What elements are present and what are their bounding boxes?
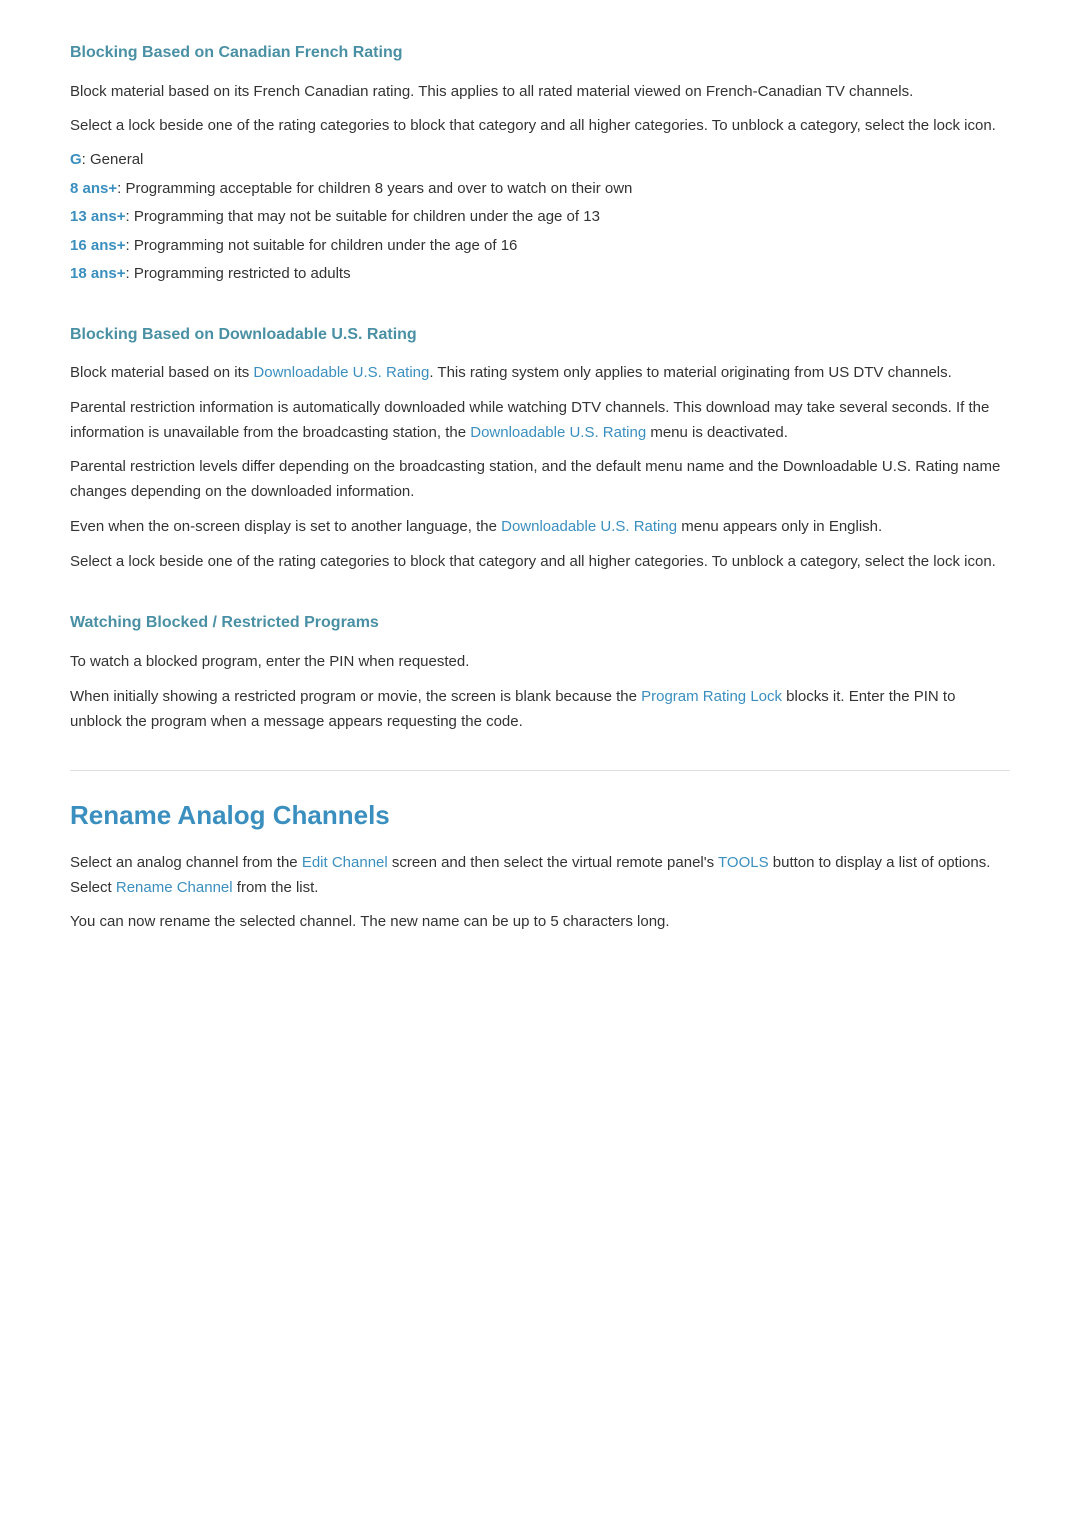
rename-analog-section: Rename Analog Channels Select an analog … <box>70 795 1010 935</box>
watching-blocked-heading: Watching Blocked / Restricted Programs <box>70 610 1010 636</box>
rating-G-label: G <box>70 151 82 168</box>
tools-link: TOOLS <box>718 854 769 871</box>
rating-G: G: General <box>70 149 1010 172</box>
rating-13ans-desc: Programming that may not be suitable for… <box>134 208 600 225</box>
downloadable-us-section: Blocking Based on Downloadable U.S. Rati… <box>70 322 1010 575</box>
watching-blocked-para-2: When initially showing a restricted prog… <box>70 685 1010 735</box>
rating-13ans-colon: : <box>125 208 133 225</box>
downloadable-rating-link-1: Downloadable U.S. Rating <box>253 364 429 381</box>
edit-channel-link: Edit Channel <box>302 854 388 871</box>
rating-8ans-label: 8 ans+ <box>70 180 117 197</box>
rating-18ans: 18 ans+: Programming restricted to adult… <box>70 263 1010 286</box>
rating-G-desc: General <box>90 151 143 168</box>
rename-analog-heading: Rename Analog Channels <box>70 795 1010 837</box>
canadian-french-para-1: Block material based on its French Canad… <box>70 80 1010 105</box>
watching-blocked-para-1: To watch a blocked program, enter the PI… <box>70 650 1010 675</box>
downloadable-us-heading: Blocking Based on Downloadable U.S. Rati… <box>70 322 1010 348</box>
rating-16ans-colon: : <box>125 237 133 254</box>
rename-channel-link: Rename Channel <box>116 879 233 896</box>
rating-18ans-colon: : <box>125 265 133 282</box>
program-rating-lock-link: Program Rating Lock <box>641 688 782 705</box>
rating-16ans: 16 ans+: Programming not suitable for ch… <box>70 235 1010 258</box>
downloadable-us-para-2: Parental restriction information is auto… <box>70 396 1010 446</box>
rating-13ans-label: 13 ans+ <box>70 208 125 225</box>
downloadable-us-para-4: Even when the on-screen display is set t… <box>70 515 1010 540</box>
rename-analog-para-2: You can now rename the selected channel.… <box>70 910 1010 935</box>
canadian-french-heading: Blocking Based on Canadian French Rating <box>70 40 1010 66</box>
rating-8ans-desc: Programming acceptable for children 8 ye… <box>125 180 632 197</box>
downloadable-us-para-5: Select a lock beside one of the rating c… <box>70 550 1010 575</box>
rating-18ans-label: 18 ans+ <box>70 265 125 282</box>
canadian-french-section: Blocking Based on Canadian French Rating… <box>70 40 1010 286</box>
rating-16ans-desc: Programming not suitable for children un… <box>134 237 518 254</box>
watching-blocked-section: Watching Blocked / Restricted Programs T… <box>70 610 1010 734</box>
rating-13ans: 13 ans+: Programming that may not be sui… <box>70 206 1010 229</box>
downloadable-rating-link-2: Downloadable U.S. Rating <box>470 424 646 441</box>
downloadable-us-para-3: Parental restriction levels differ depen… <box>70 455 1010 505</box>
rating-16ans-label: 16 ans+ <box>70 237 125 254</box>
canadian-french-para-2: Select a lock beside one of the rating c… <box>70 114 1010 139</box>
downloadable-rating-link-3: Downloadable U.S. Rating <box>501 518 677 535</box>
rating-18ans-desc: Programming restricted to adults <box>134 265 351 282</box>
downloadable-us-para-1: Block material based on its Downloadable… <box>70 361 1010 386</box>
rating-8ans: 8 ans+: Programming acceptable for child… <box>70 178 1010 201</box>
section-divider <box>70 770 1010 771</box>
rename-analog-para-1: Select an analog channel from the Edit C… <box>70 851 1010 901</box>
rating-G-colon: : <box>82 151 90 168</box>
